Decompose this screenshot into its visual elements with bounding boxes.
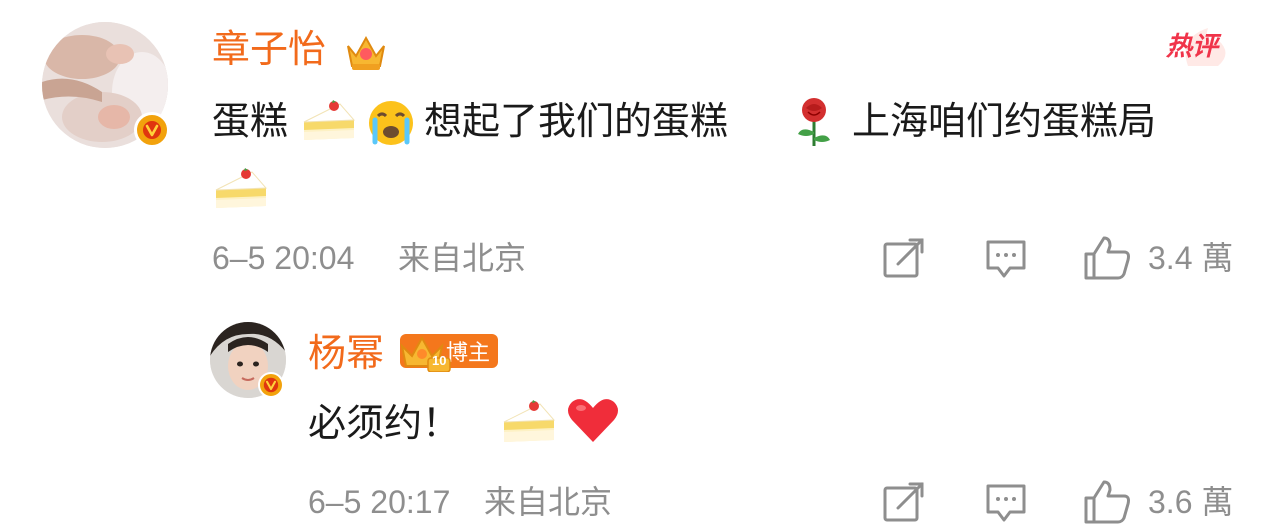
comment-icon[interactable] xyxy=(984,482,1028,524)
comment-location: 来自北京 xyxy=(398,240,527,276)
level-number: 10 xyxy=(432,353,447,368)
reply-location: 来自北京 xyxy=(484,484,613,520)
username[interactable]: 章子怡 xyxy=(212,30,326,68)
hot-comment-badge: 热评 xyxy=(1166,28,1226,66)
comment-time: 6–5 20:04 xyxy=(212,240,355,276)
repost-icon[interactable] xyxy=(882,482,926,524)
repost-icon[interactable] xyxy=(882,238,926,280)
cake-emoji xyxy=(212,164,270,214)
cake-emoji xyxy=(300,98,358,146)
like-count: 3.4 萬 xyxy=(1148,240,1234,276)
cake-emoji xyxy=(500,396,558,448)
crown-icon xyxy=(344,30,388,76)
blogger-badge: 博主 10 xyxy=(400,334,499,372)
like-icon[interactable] xyxy=(1082,478,1132,526)
rose-emoji xyxy=(790,96,838,148)
comment-icon[interactable] xyxy=(984,238,1028,280)
like-count: 3.6 萬 xyxy=(1148,484,1234,520)
username[interactable]: 杨幂 xyxy=(308,334,384,372)
verified-icon xyxy=(258,372,284,398)
like-icon[interactable] xyxy=(1082,234,1132,282)
heart-emoji xyxy=(566,396,620,444)
reply-time: 6–5 20:17 xyxy=(308,484,451,520)
comment-text-3: 上海咱们约蛋糕局 xyxy=(852,99,1157,143)
verified-icon xyxy=(134,112,170,148)
hot-comment-label: 热评 xyxy=(1166,32,1219,62)
comment-text-1: 蛋糕 xyxy=(212,99,289,143)
crying-emoji xyxy=(366,98,416,148)
comment-text-2: 想起了我们的蛋糕 xyxy=(424,99,729,143)
reply-text: 必须约！ xyxy=(308,401,461,445)
